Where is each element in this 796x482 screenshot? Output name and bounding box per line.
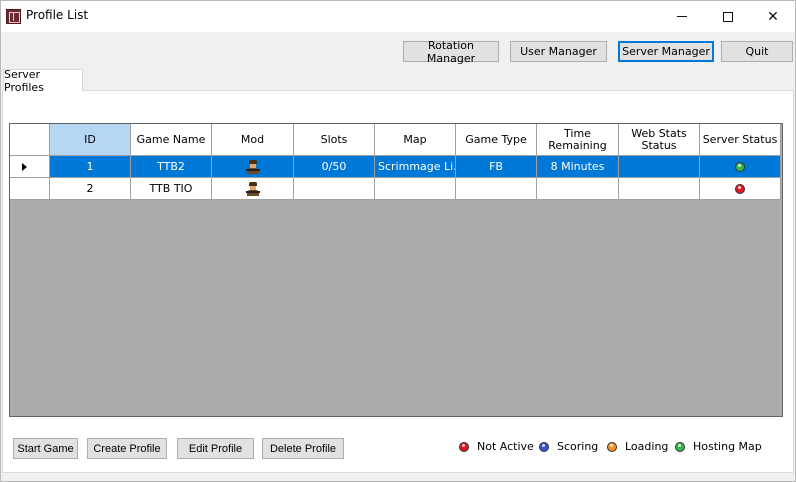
start-game-button[interactable]: Start Game — [13, 438, 78, 459]
current-row-arrow-icon — [22, 162, 27, 171]
column-header-game-type[interactable]: Game Type — [456, 124, 537, 156]
cell-mod[interactable] — [212, 178, 294, 200]
soldier-icon — [245, 159, 260, 174]
cell-time-remaining[interactable]: 8 Minutes — [537, 156, 619, 178]
hosting-map-icon — [675, 441, 685, 452]
profile-list-window: Profile List ✕ Rotation Manager User Man… — [0, 0, 796, 482]
column-header-web-stats-status[interactable]: Web Stats Status — [619, 124, 700, 156]
user-manager-button[interactable]: User Manager — [510, 41, 607, 62]
column-header-mod[interactable]: Mod — [212, 124, 294, 156]
column-header-slots[interactable]: Slots — [294, 124, 375, 156]
window-bottom-border — [1, 473, 795, 481]
cell-game-type[interactable] — [456, 178, 537, 200]
rotation-manager-button[interactable]: Rotation Manager — [403, 39, 499, 65]
column-header-map[interactable]: Map — [375, 124, 456, 156]
cell-slots[interactable]: 0/50 — [294, 156, 375, 178]
legend-hosting-map: Hosting Map — [675, 440, 762, 453]
edit-profile-button[interactable]: Edit Profile — [177, 438, 254, 459]
maximize-button[interactable] — [705, 1, 751, 32]
column-header-time-remaining[interactable]: Time Remaining — [537, 124, 619, 156]
close-button[interactable]: ✕ — [750, 1, 796, 32]
hosting-map-status-icon — [735, 161, 745, 172]
cell-game-type[interactable]: FB — [456, 156, 537, 178]
row-header-selected[interactable] — [10, 156, 50, 178]
cell-game-name[interactable]: TTB2 — [131, 156, 212, 178]
legend-label: Hosting Map — [693, 440, 762, 453]
cell-id[interactable]: 1 — [50, 156, 131, 178]
legend-label: Scoring — [557, 440, 599, 453]
grid-header-row: ID Game Name Mod Slots Map Game Type Tim… — [10, 124, 781, 156]
table-row[interactable]: 1 TTB2 0/50 Scrimmage Li... FB 8 Minutes — [10, 156, 781, 178]
legend-scoring: Scoring — [539, 440, 598, 453]
not-active-status-icon — [735, 183, 745, 194]
title-bar: Profile List ✕ — [1, 1, 795, 32]
soldier-icon — [245, 181, 260, 196]
quit-button[interactable]: Quit — [721, 41, 793, 62]
legend-label: Loading — [625, 440, 669, 453]
not-active-icon — [459, 441, 469, 452]
cell-server-status[interactable] — [700, 178, 781, 200]
close-icon: ✕ — [767, 8, 779, 25]
cell-id[interactable]: 2 — [50, 178, 131, 200]
create-profile-button[interactable]: Create Profile — [87, 438, 167, 459]
cell-map[interactable] — [375, 178, 456, 200]
server-manager-button[interactable]: Server Manager — [618, 41, 714, 62]
tab-server-profiles[interactable]: Server Profiles — [3, 68, 83, 94]
cell-map[interactable]: Scrimmage Li... — [375, 156, 456, 178]
table-row[interactable]: 2 TTB TIO — [10, 178, 781, 200]
column-header-id[interactable]: ID — [50, 124, 131, 156]
scoring-icon — [539, 441, 549, 452]
legend-not-active: Not Active — [459, 440, 534, 453]
row-header-corner — [10, 124, 50, 156]
maximize-icon — [723, 11, 733, 22]
profiles-grid[interactable]: ID Game Name Mod Slots Map Game Type Tim… — [9, 123, 783, 417]
cell-web-stats-status[interactable] — [619, 156, 700, 178]
app-icon — [6, 9, 21, 24]
window-title: Profile List — [26, 8, 89, 22]
loading-icon — [607, 441, 617, 452]
cell-time-remaining[interactable] — [537, 178, 619, 200]
cell-server-status[interactable] — [700, 156, 781, 178]
legend-loading: Loading — [607, 440, 668, 453]
column-header-server-status[interactable]: Server Status — [700, 124, 781, 156]
row-header[interactable] — [10, 178, 50, 200]
cell-web-stats-status[interactable] — [619, 178, 700, 200]
delete-profile-button[interactable]: Delete Profile — [262, 438, 344, 459]
cell-mod[interactable] — [212, 156, 294, 178]
legend-label: Not Active — [477, 440, 534, 453]
cell-slots[interactable] — [294, 178, 375, 200]
minimize-icon — [677, 16, 687, 17]
column-header-game-name[interactable]: Game Name — [131, 124, 212, 156]
minimize-button[interactable] — [659, 1, 705, 32]
cell-game-name[interactable]: TTB TIO — [131, 178, 212, 200]
